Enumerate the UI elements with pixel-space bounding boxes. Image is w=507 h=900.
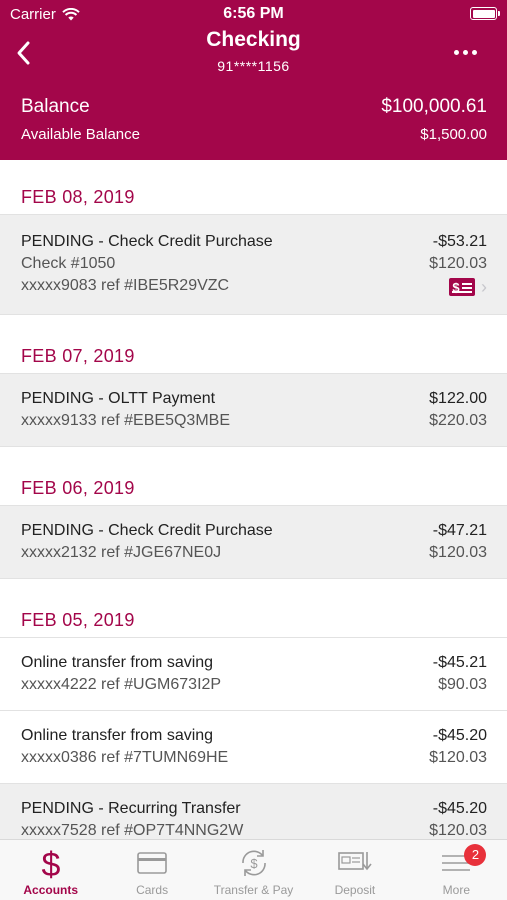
svg-text:$: $: [41, 846, 60, 880]
more-options-button[interactable]: [454, 50, 477, 55]
check-image-icon[interactable]: $: [449, 278, 475, 296]
tab-accounts[interactable]: $ Accounts: [0, 840, 101, 900]
transaction-ref: xxxxx0386 ref #7TUMN69HE: [21, 749, 229, 766]
transaction-amount: -$47.21: [432, 522, 487, 539]
transaction-title: Online transfer from saving: [21, 654, 214, 671]
balance-value: $100,000.61: [381, 96, 487, 117]
battery-icon: [470, 7, 500, 20]
dollar-icon: $: [41, 846, 60, 880]
transaction-row[interactable]: PENDING - OLTT Payment xxxxx9133 ref #EB…: [0, 374, 507, 447]
transaction-balance: $120.03: [429, 822, 487, 839]
tab-label: Deposit: [334, 883, 376, 897]
transaction-amount: -$45.21: [432, 654, 487, 671]
transfer-icon: $: [241, 850, 266, 876]
chevron-right-icon: ›: [481, 277, 487, 297]
tab-deposit[interactable]: Deposit: [304, 840, 405, 900]
tab-label: More: [442, 883, 470, 897]
date-header: FEB 07, 2019: [0, 339, 507, 374]
available-balance-label: Available Balance: [21, 126, 140, 143]
date-header: FEB 05, 2019: [0, 603, 507, 638]
transaction-row[interactable]: Online transfer from saving xxxxx4222 re…: [0, 638, 507, 711]
transaction-title: PENDING - Check Credit Purchase: [21, 522, 273, 539]
nav-bar: Checking 91****1156: [0, 28, 507, 88]
tab-cards[interactable]: Cards: [101, 840, 202, 900]
tab-label: Cards: [136, 883, 169, 897]
account-header: Carrier 6:56 PM Checking 91****1156 Bala…: [0, 0, 507, 160]
tab-label: Accounts: [23, 883, 79, 897]
dot-icon: [472, 50, 477, 55]
available-balance-row: Available Balance $1,500.00: [21, 126, 487, 143]
transaction-list[interactable]: FEB 08, 2019 PENDING - Check Credit Purc…: [0, 160, 507, 839]
transaction-row[interactable]: Online transfer from saving xxxxx0386 re…: [0, 711, 507, 784]
transaction-amount: -$45.20: [432, 800, 487, 817]
tab-more[interactable]: More 2: [406, 840, 507, 900]
dot-icon: [463, 50, 468, 55]
transaction-balance: $120.03: [429, 544, 487, 561]
transaction-balance: $120.03: [429, 749, 487, 766]
transaction-title: PENDING - Recurring Transfer: [21, 800, 241, 817]
transaction-amount: -$45.20: [432, 727, 487, 744]
date-header: FEB 08, 2019: [0, 180, 507, 215]
deposit-icon: [338, 852, 372, 871]
transaction-ref: xxxxx9083 ref #IBE5R29VZC: [21, 277, 230, 294]
transaction-ref: xxxxx9133 ref #EBE5Q3MBE: [21, 412, 230, 429]
dot-icon: [454, 50, 459, 55]
transaction-balance: $220.03: [429, 412, 487, 429]
transaction-title: Online transfer from saving: [21, 727, 214, 744]
transaction-amount: -$53.21: [432, 233, 487, 250]
transaction-title: PENDING - OLTT Payment: [21, 390, 216, 407]
tab-label: Transfer & Pay: [213, 883, 294, 897]
transaction-ref: xxxxx4222 ref #UGM673I2P: [21, 676, 222, 693]
balance-row: Balance $100,000.61: [21, 96, 487, 118]
transaction-ref: xxxxx2132 ref #JGE67NE0J: [21, 544, 222, 561]
transaction-balance: $90.03: [438, 676, 487, 693]
transaction-row[interactable]: PENDING - Check Credit Purchase Check #1…: [0, 215, 507, 315]
svg-text:$: $: [250, 856, 258, 871]
account-number: 91****1156: [217, 58, 290, 74]
date-header: FEB 06, 2019: [0, 471, 507, 506]
status-bar: Carrier 6:56 PM: [0, 0, 507, 28]
status-time: 6:56 PM: [223, 5, 284, 22]
transaction-row[interactable]: PENDING - Recurring Transfer xxxxx7528 r…: [0, 784, 507, 839]
tab-bar: $ Accounts Cards $ Transfer & Pay Deposi…: [0, 839, 507, 900]
card-icon: [137, 852, 167, 874]
transaction-amount: $122.00: [429, 390, 487, 407]
transaction-title: PENDING - Check Credit Purchase: [21, 233, 273, 250]
transaction-check-number: Check #1050: [21, 255, 116, 272]
tab-transfer-pay[interactable]: $ Transfer & Pay: [203, 840, 304, 900]
transaction-balance: $120.03: [429, 255, 487, 272]
transaction-ref: xxxxx7528 ref #OP7T4NNG2W: [21, 822, 244, 839]
page-title: Checking: [206, 28, 301, 51]
balance-label: Balance: [21, 96, 90, 117]
transaction-row[interactable]: PENDING - Check Credit Purchase xxxxx213…: [0, 506, 507, 579]
available-balance-value: $1,500.00: [420, 126, 487, 143]
notification-badge: 2: [464, 844, 487, 866]
